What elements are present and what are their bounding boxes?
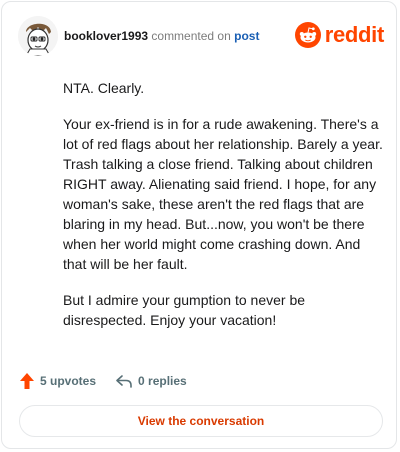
reddit-wordmark: reddit <box>324 22 385 47</box>
post-link[interactable]: post <box>234 29 259 43</box>
upvotes-count: 5 upvotes <box>40 374 97 388</box>
comment-paragraph: Your ex-friend is in for a rude awakenin… <box>63 116 383 272</box>
reddit-brand[interactable]: reddit <box>294 21 385 49</box>
username-link[interactable]: booklover1993 <box>64 29 148 43</box>
action-text: commented on <box>151 29 231 43</box>
replies-button[interactable]: 0 replies <box>116 374 187 388</box>
reply-arrow-icon <box>116 375 132 388</box>
upvote-arrow-icon <box>20 373 34 389</box>
comment-paragraph: NTA. Clearly. <box>63 80 145 96</box>
comment-header: booklover1993 commented on post reddit <box>18 16 384 56</box>
comment-meta: booklover1993 commented on post <box>64 28 259 44</box>
view-conversation-button[interactable]: View the conversation <box>19 405 383 437</box>
reddit-logo-icon <box>294 22 321 48</box>
comment-card: booklover1993 commented on post reddit N… <box>1 1 397 449</box>
comment-body: NTA. Clearly. Your ex-friend is in for a… <box>63 78 383 346</box>
avatar[interactable] <box>18 16 58 56</box>
replies-count: 0 replies <box>138 374 187 388</box>
comment-actions: 5 upvotes 0 replies <box>20 371 187 391</box>
comment-paragraph: But I admire your gumption to never be d… <box>63 292 306 328</box>
upvotes-button[interactable]: 5 upvotes <box>20 373 96 389</box>
